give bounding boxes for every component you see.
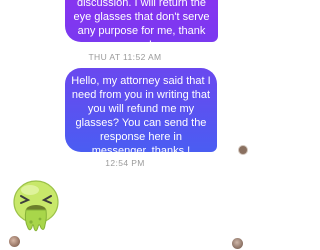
contact-avatar[interactable]	[9, 236, 20, 247]
message-bubble-outgoing[interactable]: discussion. I will return the eye glasse…	[65, 0, 218, 51]
seen-avatar	[232, 238, 243, 249]
message-bubble-outgoing[interactable]: Hello, my attorney said that I need from…	[65, 68, 217, 157]
message-timestamp: 12:54 PM	[105, 158, 145, 168]
sick-face-sticker-graphic	[13, 180, 59, 232]
message-timestamp: THU AT 11:52 AM	[88, 52, 162, 62]
read-receipt-avatar	[238, 145, 248, 155]
message-text: Hello, my attorney said that I need from…	[71, 75, 211, 157]
message-text: discussion. I will return the eye glasse…	[73, 0, 210, 51]
sick-face-sticker-icon[interactable]	[4, 172, 68, 236]
